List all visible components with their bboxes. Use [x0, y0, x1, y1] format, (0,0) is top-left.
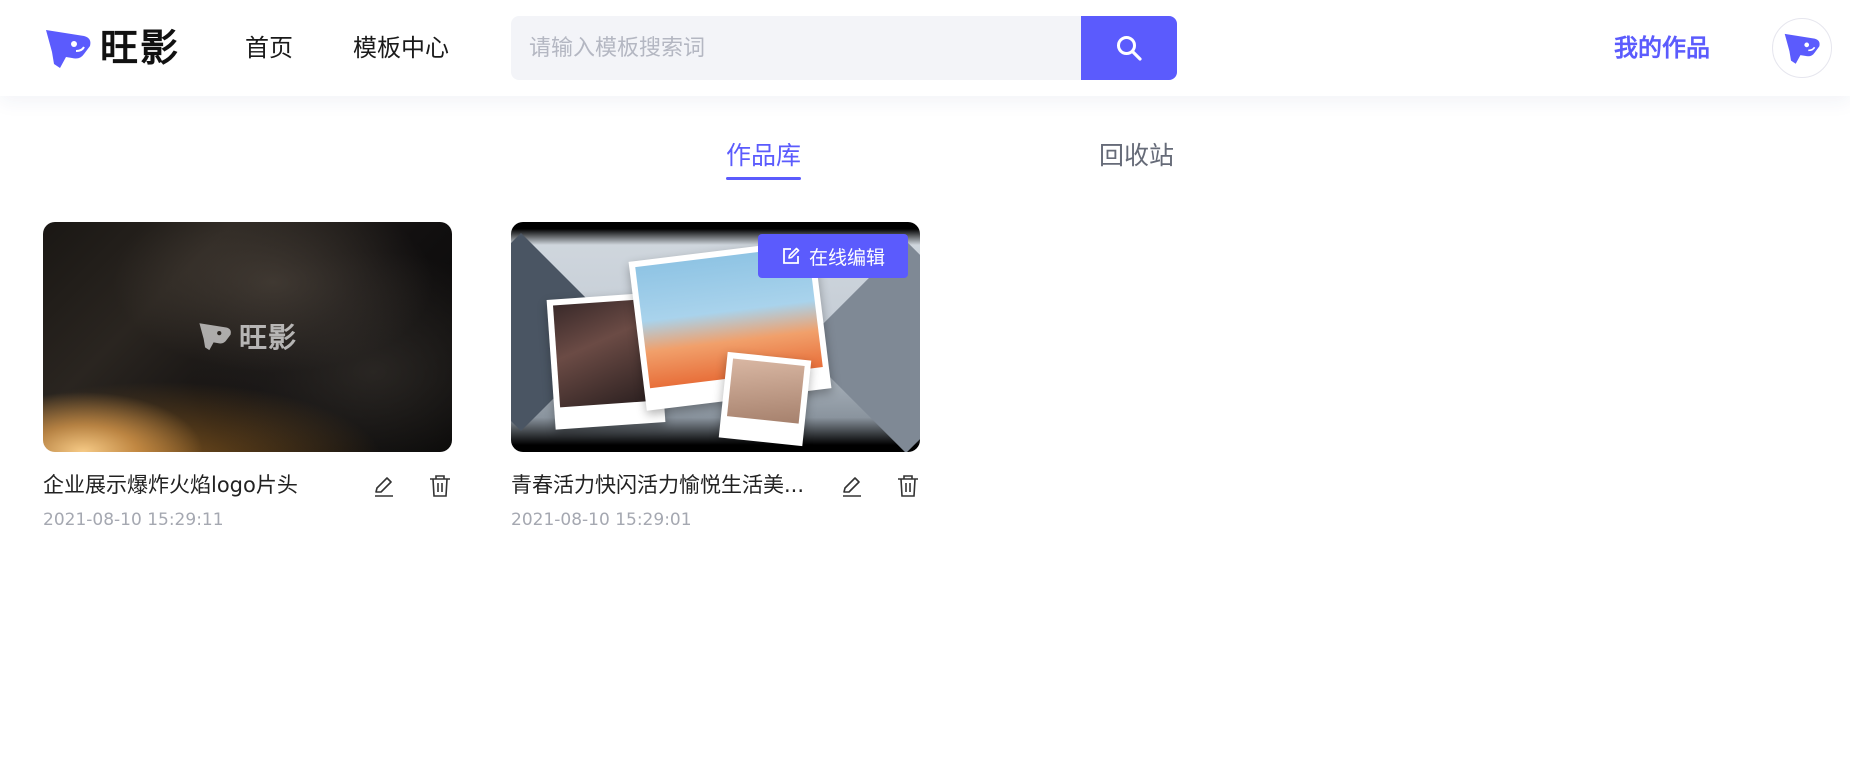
work-card: 在线编辑 青春活力快闪活力愉悦生活美... 2021-08-10 15:29:0…	[511, 222, 922, 530]
work-title: 青春活力快闪活力愉悦生活美...	[511, 473, 805, 497]
search-button[interactable]	[1081, 16, 1177, 80]
trash-icon	[430, 475, 450, 497]
edit-square-icon	[783, 247, 800, 264]
tab-recycle-bin[interactable]: 回收站	[1099, 138, 1174, 174]
edit-icon	[375, 477, 393, 497]
work-meta: 青春活力快闪活力愉悦生活美... 2021-08-10 15:29:01	[511, 452, 922, 530]
work-meta: 企业展示爆炸火焰logo片头 2021-08-10 15:29:11	[43, 452, 454, 530]
edit-icon	[843, 477, 861, 497]
nav-template-center[interactable]: 模板中心	[353, 30, 449, 66]
edit-online-label: 在线编辑	[808, 246, 885, 269]
work-card: 旺影 企业展示爆炸火焰logo片头 2021-08-10 15:29:11	[43, 222, 454, 530]
work-date: 2021-08-10 15:29:01	[511, 510, 692, 530]
wangying-avatar-icon	[1784, 33, 1820, 64]
logo[interactable]: 旺影	[40, 24, 180, 72]
work-title: 企业展示爆炸火焰logo片头	[43, 473, 298, 497]
edit-button[interactable]	[370, 472, 398, 500]
trash-icon	[898, 475, 918, 497]
edit-online-button[interactable]: 在线编辑	[758, 234, 908, 278]
top-header: 旺影 首页 模板中心 我的作品	[0, 0, 1850, 96]
thumbnail-logo: 旺影	[195, 316, 297, 356]
search-input[interactable]	[511, 16, 1081, 80]
tab-works-library[interactable]: 作品库	[726, 138, 802, 180]
nav-home[interactable]: 首页	[245, 30, 293, 66]
edit-button[interactable]	[838, 472, 866, 500]
thumbnail-photo	[718, 351, 812, 447]
work-thumbnail[interactable]: 在线编辑	[511, 222, 920, 452]
search-bar	[511, 16, 1177, 80]
wangying-logo-icon	[46, 30, 91, 68]
delete-button[interactable]	[426, 472, 454, 500]
works-tabs: 作品库 回收站	[0, 138, 1850, 188]
wangying-logo-icon	[199, 323, 231, 351]
search-icon	[1117, 36, 1142, 61]
work-date: 2021-08-10 15:29:11	[43, 510, 224, 530]
my-works-link[interactable]: 我的作品	[1614, 30, 1710, 66]
delete-button[interactable]	[894, 472, 922, 500]
thumbnail-logo-text: 旺影	[239, 321, 298, 354]
work-thumbnail[interactable]: 旺影	[43, 222, 452, 452]
avatar[interactable]	[1772, 18, 1832, 78]
logo-text: 旺影	[100, 26, 181, 70]
